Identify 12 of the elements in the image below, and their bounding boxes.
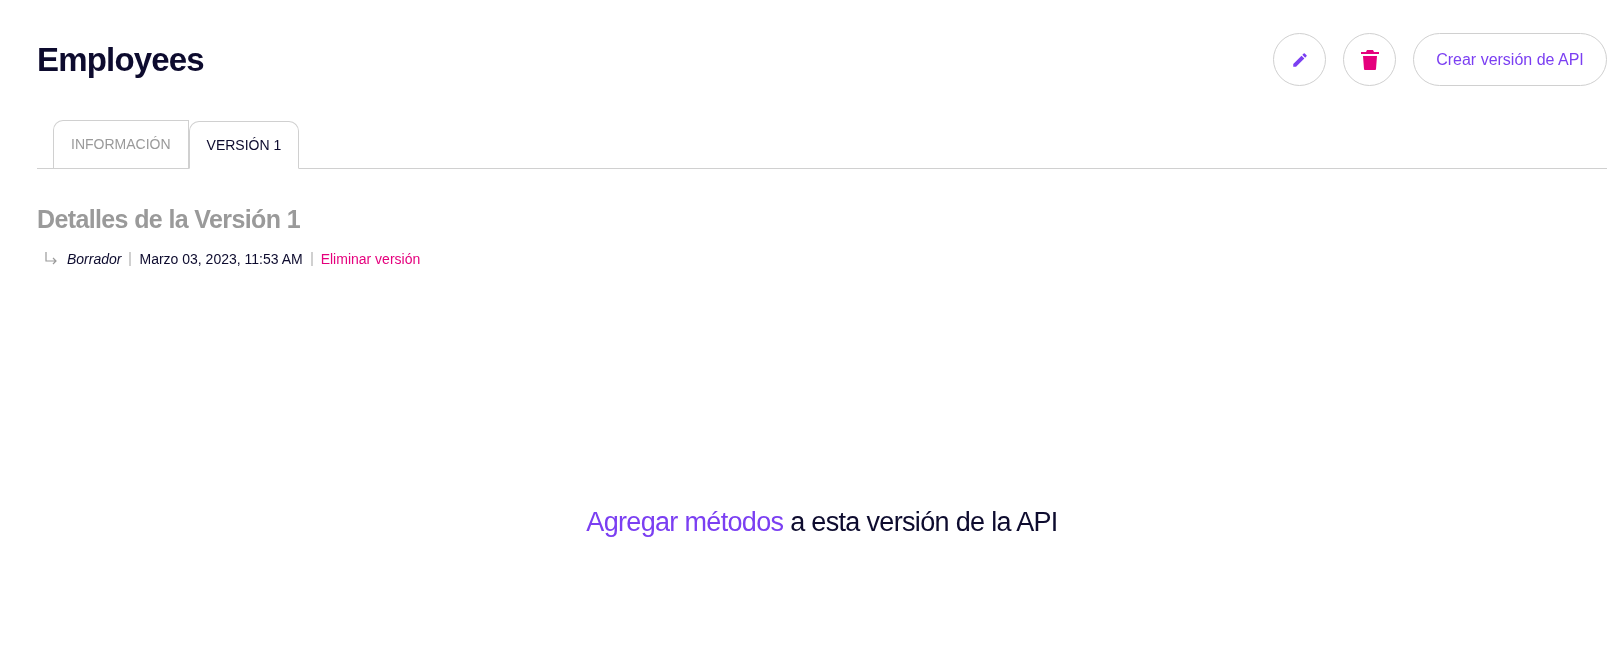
pencil-icon <box>1290 50 1309 69</box>
page-title: Employees <box>37 39 204 80</box>
delete-version-link[interactable]: Eliminar versión <box>320 248 421 270</box>
version-heading: Detalles de la Versión 1 <box>37 204 301 235</box>
empty-state-message: Agregar métodos a esta versión de la API <box>586 505 1058 539</box>
tab[interactable]: INFORMACIÓN <box>53 120 189 168</box>
add-methods-link[interactable]: Agregar métodos <box>586 506 784 537</box>
version-status: Borrador <box>67 249 122 269</box>
return-arrow-icon <box>43 251 59 267</box>
version-date: Marzo 03, 2023, 11:53 AM <box>139 249 303 269</box>
trash-icon <box>1360 49 1379 70</box>
tab[interactable]: VERSIÓN 1 <box>188 121 300 169</box>
